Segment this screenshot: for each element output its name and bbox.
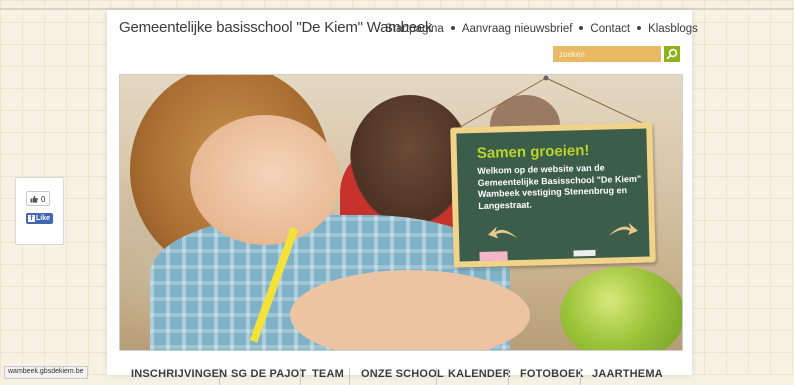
search-input[interactable] — [553, 46, 661, 62]
apple — [560, 267, 682, 350]
thumbs-up-icon — [30, 195, 38, 203]
menu-item-kalender[interactable]: KALENDER — [448, 368, 511, 380]
menu-separator — [580, 368, 581, 385]
status-bar-url: wambeek.gbsdekiem.be — [4, 366, 88, 379]
chalkboard-surface: Samen groeien! Welkom op de website van … — [456, 128, 650, 262]
nav-item-nieuwsbrief[interactable]: Aanvraag nieuwsbrief — [462, 23, 573, 35]
chalkboard-title: Samen groeien! — [476, 142, 590, 162]
nav-separator-dot — [579, 25, 584, 30]
search-button[interactable] — [664, 46, 680, 62]
facebook-like-button[interactable]: f Like — [26, 213, 53, 224]
menu-separator — [436, 368, 437, 385]
chalkboard-text: Welkom op de website van de Gemeentelijk… — [477, 162, 642, 211]
like-label: Like — [36, 215, 51, 222]
facebook-icon: f — [28, 215, 35, 222]
arrow-right-icon[interactable] — [607, 221, 640, 242]
menu-separator — [508, 368, 509, 385]
menu-item-fotoboek[interactable]: FOTOBOEK — [520, 368, 584, 380]
menu-item-onze-school[interactable]: ONZE SCHOOL — [361, 368, 444, 380]
page-container: Gemeentelijke basisschool "De Kiem" Wamb… — [107, 10, 698, 385]
nav-item-klasblogs[interactable]: Klasblogs — [648, 23, 698, 35]
hero-girl-face — [190, 115, 340, 245]
eraser — [573, 249, 596, 257]
nav-item-startpagina[interactable]: Startpagina — [385, 23, 444, 35]
facebook-like-widget: 0 f Like — [15, 177, 64, 245]
nav-separator-dot — [450, 25, 455, 30]
menu-item-team[interactable]: TEAM — [312, 368, 344, 380]
top-nav: Startpagina Aanvraag nieuwsbrief Contact Kl… — [385, 23, 698, 35]
like-count-box: 0 — [26, 191, 50, 206]
menu-separator — [349, 368, 350, 385]
menu-item-jaarthema[interactable]: JAARTHEMA — [592, 368, 663, 380]
chalkboard: Samen groeien! Welkom op de website van … — [450, 122, 656, 268]
hero-girl-arm — [290, 270, 530, 350]
like-count: 0 — [41, 195, 46, 204]
chalk — [479, 251, 508, 261]
search-icon — [666, 48, 678, 60]
menu-separator — [300, 368, 301, 385]
main-menu: INSCHRIJVINGEN SG DE PAJOT TEAM ONZE SCH… — [119, 359, 681, 385]
menu-separator — [219, 368, 220, 385]
menu-item-inschrijvingen[interactable]: INSCHRIJVINGEN — [131, 368, 227, 380]
menu-item-sg-de-pajot[interactable]: SG DE PAJOT — [231, 368, 306, 380]
arrow-left-icon[interactable] — [487, 224, 520, 245]
nav-item-contact[interactable]: Contact — [590, 23, 630, 35]
hero-banner: Samen groeien! Welkom op de website van … — [119, 74, 683, 351]
board-string — [459, 75, 643, 128]
nav-separator-dot — [637, 25, 642, 30]
